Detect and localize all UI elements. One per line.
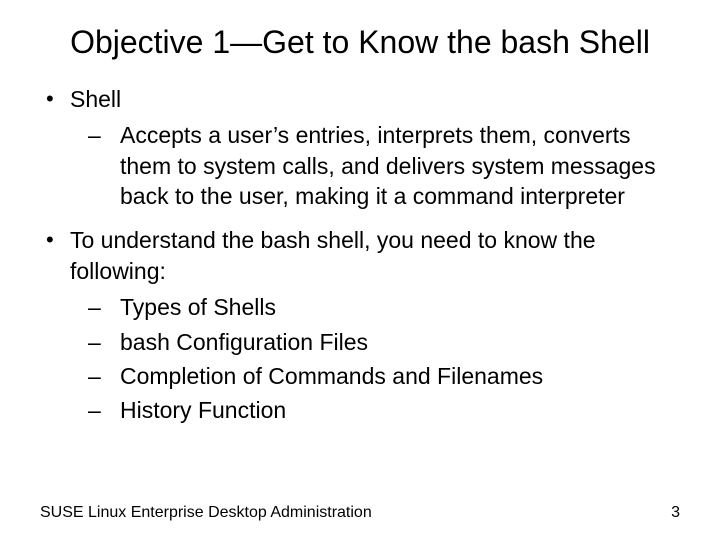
sub-bullet-text: Completion of Commands and Filenames [120, 363, 543, 389]
sub-list: Accepts a user’s entries, interprets the… [70, 120, 680, 211]
list-item: Shell Accepts a user’s entries, interpre… [40, 84, 680, 211]
sub-bullet-text: Accepts a user’s entries, interprets the… [120, 122, 656, 209]
list-item: Completion of Commands and Filenames [88, 361, 680, 391]
list-item: History Function [88, 395, 680, 425]
list-item: Accepts a user’s entries, interprets the… [88, 120, 680, 211]
sub-bullet-text: History Function [120, 397, 286, 423]
sub-bullet-text: bash Configuration Files [120, 329, 368, 355]
slide: Objective 1—Get to Know the bash Shell S… [0, 0, 720, 540]
page-number: 3 [671, 504, 680, 522]
list-item: To understand the bash shell, you need t… [40, 225, 680, 425]
slide-title: Objective 1—Get to Know the bash Shell [40, 22, 680, 62]
sub-list: Types of Shells bash Configuration Files… [70, 292, 680, 425]
bullet-label: Shell [70, 86, 121, 112]
sub-bullet-text: Types of Shells [120, 294, 276, 320]
footer-left: SUSE Linux Enterprise Desktop Administra… [40, 504, 372, 522]
footer: SUSE Linux Enterprise Desktop Administra… [40, 504, 680, 522]
bullet-label: To understand the bash shell, you need t… [70, 227, 596, 283]
bullet-list: Shell Accepts a user’s entries, interpre… [40, 84, 680, 426]
list-item: Types of Shells [88, 292, 680, 322]
list-item: bash Configuration Files [88, 327, 680, 357]
